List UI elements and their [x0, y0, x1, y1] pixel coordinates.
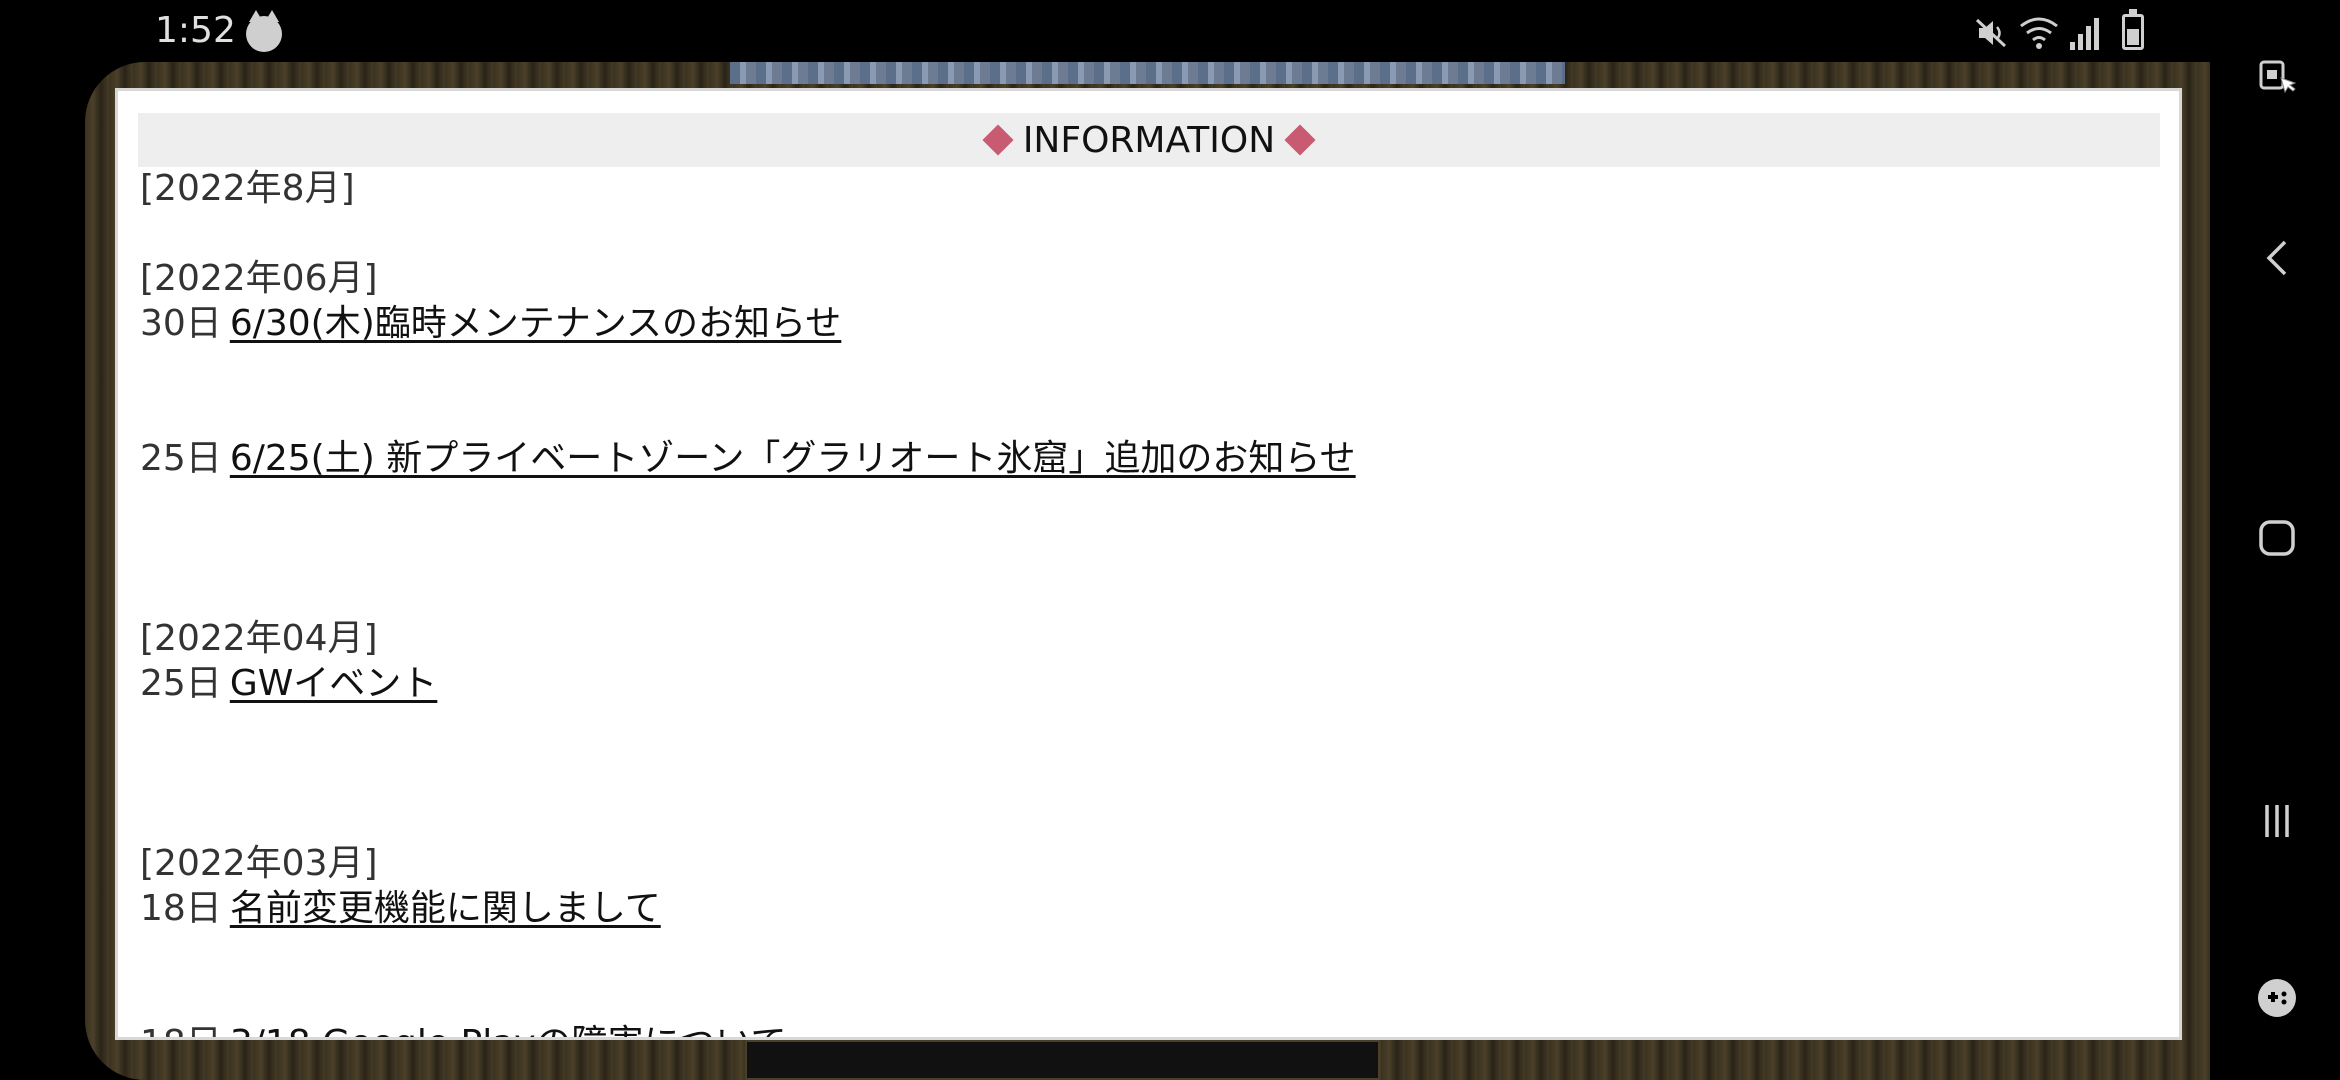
- battery-icon: [2122, 9, 2144, 50]
- touch-lock-icon[interactable]: [2257, 56, 2297, 96]
- month-heading: [2022年04月]: [140, 618, 378, 659]
- news-day: 25日: [140, 438, 222, 479]
- wifi-icon: [2020, 17, 2058, 49]
- back-icon[interactable]: [2257, 238, 2297, 278]
- news-link[interactable]: 6/30(木)臨時メンテナンスのお知らせ: [230, 303, 842, 344]
- recent-apps-icon[interactable]: [2257, 801, 2297, 841]
- clock: 1:52: [155, 10, 236, 51]
- navigation-bar: [2213, 0, 2340, 1080]
- month-heading: [2022年06月]: [140, 258, 378, 299]
- news-day: 25日: [140, 663, 222, 704]
- news-day: 30日: [140, 303, 222, 344]
- month-heading: [2022年8月]: [140, 168, 355, 209]
- list-item: 30日 6/30(木)臨時メンテナンスのお知らせ: [140, 301, 1356, 346]
- list-item: 18日 名前変更機能に関しまして: [140, 886, 1356, 931]
- list-item: 25日 GWイベント: [140, 661, 1356, 706]
- information-panel: INFORMATION [2022年8月] [2022年06月] 30日 6/30…: [115, 88, 2182, 1040]
- game-tools-icon[interactable]: [2257, 978, 2297, 1018]
- diamond-icon: [1284, 124, 1316, 156]
- information-header: INFORMATION: [138, 113, 2160, 167]
- game-frame-top-strip: [730, 62, 1565, 84]
- game-frame-bottom-box: [745, 1040, 1380, 1080]
- cat-icon: [246, 10, 282, 52]
- month-heading: [2022年03月]: [140, 843, 378, 884]
- news-link[interactable]: 名前変更機能に関しまして: [230, 888, 661, 929]
- news-link[interactable]: GWイベント: [230, 663, 438, 704]
- diamond-icon: [982, 124, 1014, 156]
- home-icon[interactable]: [2257, 518, 2297, 558]
- mute-icon: [1975, 18, 2007, 48]
- news-link[interactable]: 3/18 Google Playの障害について: [230, 1023, 787, 1037]
- news-link[interactable]: 6/25(土) 新プライベートゾーン「グラリオート氷窟」追加のお知らせ: [230, 438, 1356, 479]
- news-day: 18日: [140, 888, 222, 929]
- news-day: 18日: [140, 1023, 222, 1037]
- news-list: [2022年8月] [2022年06月] 30日 6/30(木)臨時メンテナンスの…: [140, 166, 1356, 1037]
- information-title: INFORMATION: [1022, 119, 1276, 161]
- signal-icon: [2070, 18, 2099, 50]
- status-bar: 1:52: [0, 0, 2213, 66]
- list-item: 25日 6/25(土) 新プライベートゾーン「グラリオート氷窟」追加のお知らせ: [140, 436, 1356, 481]
- list-item: 18日 3/18 Google Playの障害について: [140, 1021, 1356, 1037]
